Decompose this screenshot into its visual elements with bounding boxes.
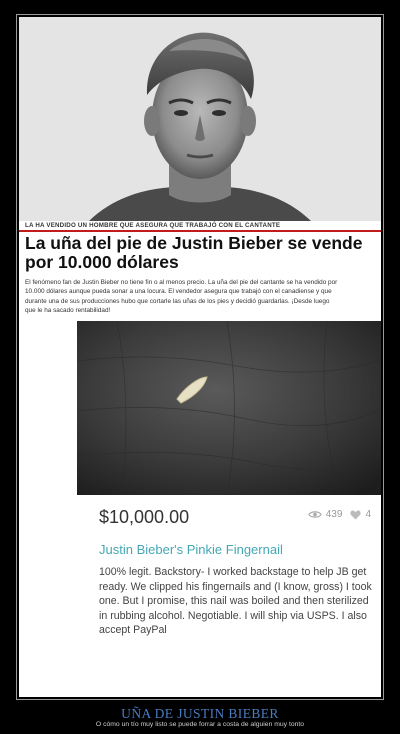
- heart-icon[interactable]: [350, 509, 362, 520]
- lede-line: El fenómeno fan de Justin Bieber no tien…: [25, 279, 338, 286]
- article-lede: El fenómeno fan de Justin Bieber no tien…: [25, 278, 373, 315]
- article-headline: La uña del pie de Justin Bieber se vende…: [25, 233, 363, 272]
- listing-title[interactable]: Justin Bieber's Pinkie Fingernail: [99, 542, 283, 557]
- lede-line: durante una de sus producciones hubo que…: [25, 297, 330, 305]
- article-kicker: LA HA VENDIDO UN HOMBRE QUE ASEGURA QUE …: [25, 222, 281, 229]
- views-count: 439: [325, 509, 343, 520]
- caption-subtitle: O cómo un tío muy listo se puede forrar …: [95, 721, 305, 728]
- kicker-divider: [19, 230, 381, 232]
- listing-description: 100% legit. Backstory- I worked backstag…: [99, 566, 372, 637]
- listing-card: $10,000.00 439 4 Justin Bieber's Pinkie …: [77, 495, 381, 695]
- listing-price: $10,000.00: [99, 507, 190, 527]
- eye-icon: [308, 511, 322, 518]
- lede-line: que le ha sacado rentabilidad!: [25, 306, 111, 314]
- lede-line: 10.000 dólares aunque pueda sonar a una …: [25, 288, 332, 296]
- justin-bieber-portrait: [19, 17, 381, 221]
- likes-count: 4: [365, 509, 371, 520]
- listing-stats: 439 4: [308, 509, 371, 520]
- caption-title: UÑA DE JUSTIN BIEBER: [121, 706, 279, 721]
- poster-image: LA HA VENDIDO UN HOMBRE QUE ASEGURA QUE …: [19, 17, 381, 697]
- fingernail-photo: [77, 321, 381, 495]
- poster-frame: LA HA VENDIDO UN HOMBRE QUE ASEGURA QUE …: [16, 14, 384, 700]
